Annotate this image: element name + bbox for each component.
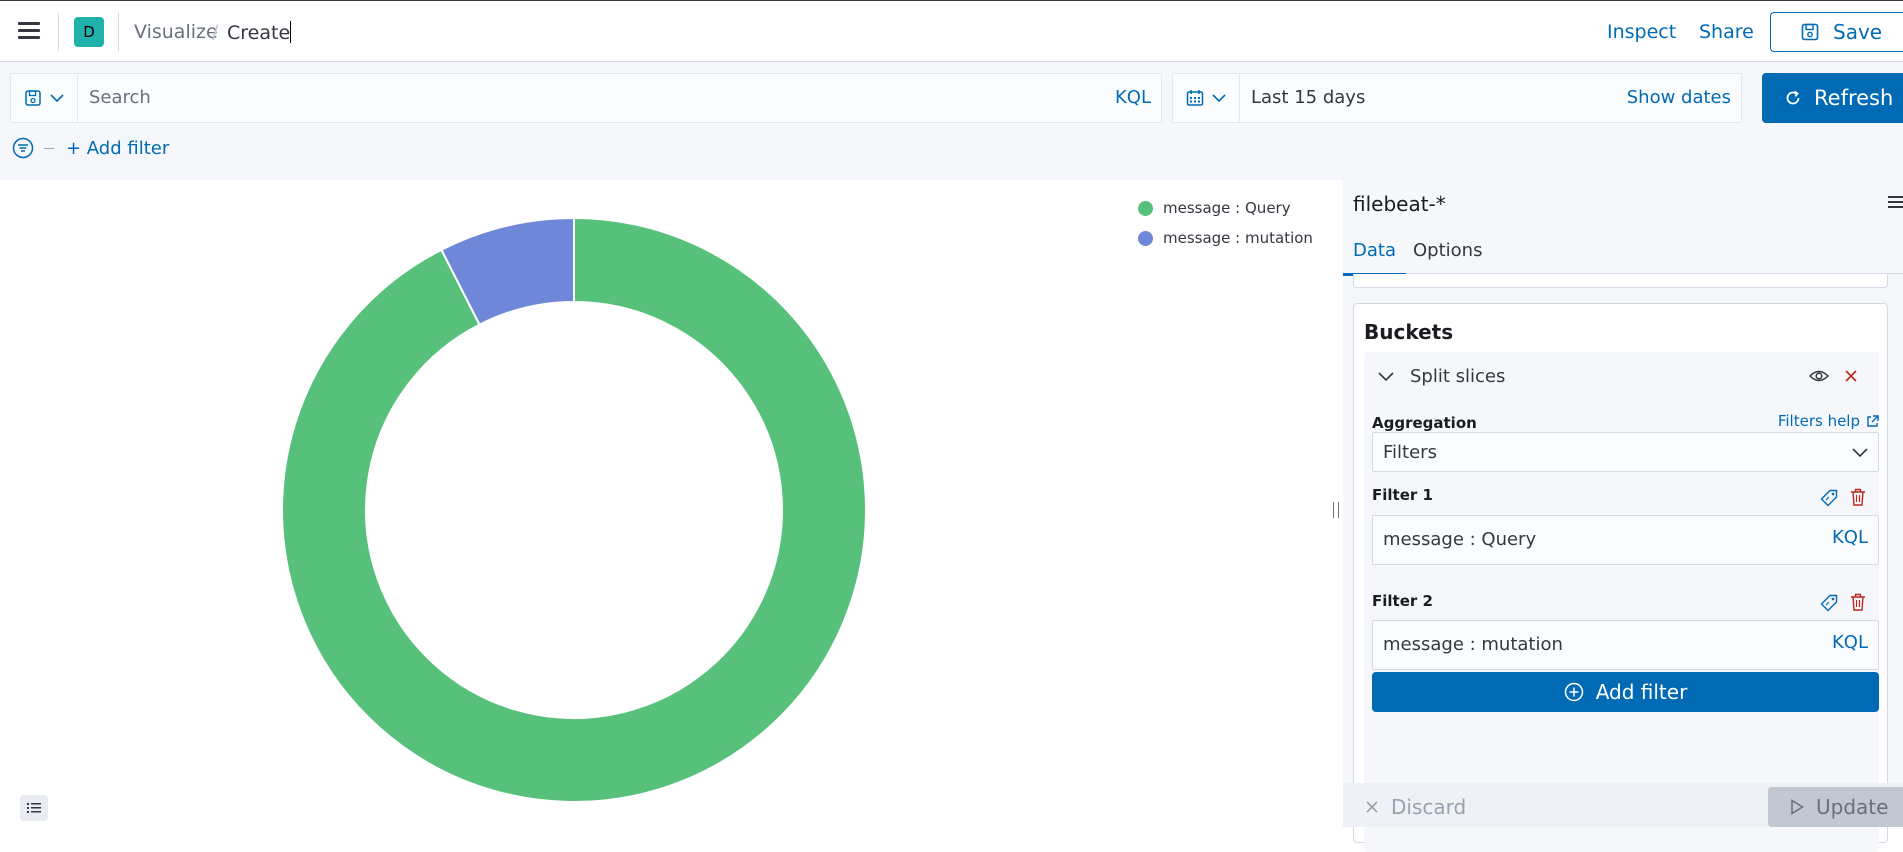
filter-row: + Add filter (12, 136, 169, 160)
hamburger-icon[interactable] (18, 22, 40, 40)
top-nav-bar: D Visualize / Create Inspect Share Save (0, 0, 1903, 62)
chart-legend: message : Query message : mutation (1138, 193, 1313, 253)
split-slices-title[interactable]: Split slices (1410, 366, 1505, 387)
filter-2-input[interactable]: message : mutation KQL (1372, 620, 1879, 670)
panel-resize-handle[interactable] (1333, 502, 1339, 518)
share-link[interactable]: Share (1699, 21, 1754, 43)
filter-divider (44, 147, 54, 149)
filter-1-kql-toggle[interactable]: KQL (1832, 527, 1868, 548)
donut-chart (281, 216, 867, 803)
legend-dot (1138, 200, 1153, 216)
chevron-down-icon (1212, 94, 1226, 103)
update-button[interactable]: Update (1768, 787, 1903, 827)
saved-query-button[interactable] (11, 74, 78, 122)
filters-help-label: Filters help (1777, 412, 1860, 430)
aggregation-value: Filters (1383, 442, 1437, 463)
chevron-down-icon (1852, 448, 1868, 458)
legend-item-query[interactable]: message : Query (1138, 193, 1313, 223)
legend-label: message : mutation (1163, 229, 1313, 247)
legend-list-icon (27, 803, 41, 813)
filter-2-label: Filter 2 (1372, 592, 1433, 610)
saved-query-icon (25, 90, 41, 106)
sidebar-footer: Discard Update (1343, 783, 1903, 827)
trash-icon[interactable] (1850, 488, 1866, 506)
discard-label: Discard (1391, 795, 1467, 819)
text-caret (290, 21, 292, 43)
buckets-panel: Buckets Split slices Aggregation Filters… (1353, 303, 1888, 852)
date-picker: Last 15 days Show dates (1172, 73, 1742, 123)
refresh-icon (1786, 90, 1800, 105)
filter-1-label: Filter 1 (1372, 486, 1433, 504)
kql-toggle[interactable]: KQL (1115, 87, 1151, 108)
refresh-label: Refresh (1814, 86, 1894, 110)
index-pattern-title: filebeat-* (1353, 192, 1446, 216)
external-link-icon (1867, 414, 1879, 427)
quick-date-button[interactable] (1173, 74, 1240, 122)
space-avatar[interactable]: D (74, 17, 104, 47)
update-label: Update (1816, 795, 1889, 819)
pie-slice-query[interactable] (281, 216, 867, 803)
tab-options[interactable]: Options (1413, 240, 1482, 273)
metrics-panel-edge (1353, 274, 1888, 288)
search-input[interactable]: Search (89, 87, 151, 108)
aggregation-select[interactable]: Filters (1372, 432, 1879, 472)
filter-1-input[interactable]: message : Query KQL (1372, 515, 1879, 565)
chevron-down-icon[interactable] (1378, 372, 1394, 382)
filter-icon[interactable] (12, 137, 34, 159)
close-icon[interactable] (1844, 369, 1858, 383)
breadcrumb-current: Create (227, 21, 292, 44)
filter-1-value: message : Query (1383, 529, 1537, 550)
tag-icon[interactable] (1820, 594, 1838, 612)
date-range-text[interactable]: Last 15 days (1251, 87, 1365, 108)
editor-sidebar: filebeat-* Data Options Buckets Split sl… (1343, 180, 1903, 852)
add-filter-link[interactable]: + Add filter (66, 138, 169, 159)
tag-icon[interactable] (1820, 489, 1838, 507)
breadcrumb-current-label: Create (227, 22, 291, 44)
add-filter-button-label: Add filter (1595, 680, 1688, 704)
show-dates-link[interactable]: Show dates (1627, 87, 1731, 108)
save-button[interactable]: Save (1770, 12, 1903, 52)
save-label: Save (1833, 20, 1883, 44)
sidebar-menu-icon[interactable] (1888, 196, 1903, 211)
tab-data[interactable]: Data (1343, 240, 1406, 276)
breadcrumb-separator: / (212, 21, 219, 43)
split-slices-agg: Split slices Aggregation Filters help Fi… (1364, 352, 1879, 852)
sidebar-tabs: Data Options (1343, 220, 1903, 276)
close-icon (1366, 801, 1378, 813)
breadcrumb-visualize[interactable]: Visualize (134, 21, 218, 43)
chevron-down-icon (50, 94, 64, 103)
filters-help-link[interactable]: Filters help (1778, 412, 1879, 430)
filter-2-value: message : mutation (1383, 634, 1563, 655)
play-icon (1791, 799, 1804, 815)
legend-label: message : Query (1163, 199, 1291, 217)
divider (118, 13, 119, 51)
save-disk-icon (1801, 23, 1819, 41)
aggregation-label: Aggregation (1372, 414, 1477, 432)
plus-circle-icon (1564, 682, 1583, 702)
search-bar: Search KQL (10, 73, 1162, 123)
trash-icon[interactable] (1850, 593, 1866, 611)
add-filter-button[interactable]: Add filter (1372, 672, 1879, 712)
divider (58, 13, 59, 51)
refresh-button[interactable]: Refresh (1762, 73, 1903, 123)
legend-item-mutation[interactable]: message : mutation (1138, 223, 1313, 253)
filter-2-kql-toggle[interactable]: KQL (1832, 632, 1868, 653)
legend-toggle-button[interactable] (20, 795, 48, 821)
calendar-icon (1186, 90, 1204, 106)
legend-dot (1138, 230, 1153, 246)
inspect-link[interactable]: Inspect (1607, 21, 1676, 43)
buckets-title: Buckets (1364, 320, 1454, 344)
discard-button[interactable]: Discard (1365, 795, 1466, 819)
eye-icon[interactable] (1809, 369, 1829, 383)
